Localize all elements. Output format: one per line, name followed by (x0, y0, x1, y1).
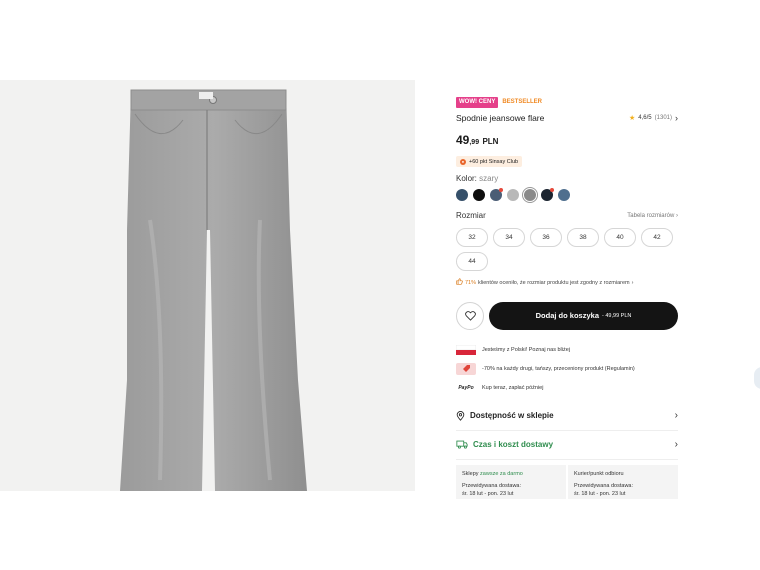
color-swatch[interactable] (473, 188, 485, 201)
stores-label: Sklepy (462, 470, 479, 477)
size-table-link[interactable]: Tabela rozmiarów › (627, 213, 678, 219)
jeans-photo (120, 89, 307, 491)
chevron-right-icon: › (676, 212, 678, 219)
color-swatch[interactable] (522, 186, 538, 203)
truck-icon (456, 440, 468, 449)
size-option[interactable]: 34 (493, 227, 525, 247)
wow-badge: WOW! CENY (456, 97, 499, 108)
add-to-cart-price: - 49,99 PLN (602, 312, 632, 319)
star-icon: ★ (629, 115, 636, 122)
badges: WOW! CENY BESTSELLER (456, 97, 678, 108)
product-title: Spodnie jeansowe flare (456, 113, 545, 123)
estimated-date: śr. 18 lut - pon. 23 lut (462, 490, 514, 497)
thumbs-up-icon (456, 278, 463, 287)
fit-text: klientów oceniło, że rozmiar produktu je… (478, 279, 630, 286)
perk-discount[interactable]: -70% na każdy drugi, tańszy, przeceniony… (456, 360, 678, 379)
color-swatches (456, 186, 678, 203)
chevron-right-icon: › (631, 279, 634, 286)
size-option[interactable]: 36 (530, 227, 562, 247)
fit-percent: 71% (465, 279, 477, 286)
estimated-label: Przewidywana dostawa: (462, 482, 522, 489)
discount-tag-icon (456, 363, 476, 375)
perks-list: Jesteśmy z Polski! Poznaj nas bliżej -70… (456, 341, 678, 398)
estimated-label: Przewidywana dostawa: (574, 482, 634, 489)
color-swatch[interactable] (507, 188, 519, 201)
size-options: 32 34 36 38 40 42 44 (456, 227, 678, 271)
perk-text: -70% na każdy drugi, tańszy, przeceniony… (482, 366, 635, 372)
perk-poland[interactable]: Jesteśmy z Polski! Poznaj nas bliżej (456, 341, 678, 360)
price: 49,99 PLN (456, 133, 678, 147)
club-points-badge: ● +60 pkt Sinsay Club (456, 156, 523, 167)
product-info: WOW! CENY BESTSELLER Spodnie jeansowe fl… (456, 97, 678, 499)
wishlist-button[interactable] (456, 301, 484, 330)
color-swatch[interactable] (558, 188, 570, 201)
add-to-cart-label: Dodaj do koszyka (535, 311, 599, 320)
club-text: +60 pkt Sinsay Club (469, 158, 519, 165)
delivery-stores: Sklepy zawsze za darmo Przewidywana dost… (456, 464, 566, 499)
chevron-right-icon: › (675, 113, 678, 123)
size-option[interactable]: 32 (456, 227, 488, 247)
location-pin-icon (456, 410, 465, 421)
color-label: Kolor: szary (456, 174, 678, 184)
stores-free: zawsze za darmo (480, 470, 523, 477)
store-availability-link[interactable]: Dostępność w sklepie › (456, 402, 678, 431)
courier-label: Kurier/punkt odbioru (574, 470, 624, 477)
club-icon: ● (460, 158, 466, 165)
add-to-cart-button[interactable]: Dodaj do koszyka - 49,99 PLN (489, 301, 678, 330)
perk-text: Jesteśmy z Polski! Poznaj nas bliżej (482, 347, 571, 353)
rating[interactable]: ★ 4,6/5 (1301) › (629, 113, 678, 123)
side-help-tab[interactable] (754, 367, 760, 389)
poland-flag-icon (456, 345, 476, 355)
color-value: szary (479, 173, 499, 183)
new-indicator-dot (499, 187, 503, 192)
bestseller-badge: BESTSELLER (502, 99, 542, 105)
chevron-right-icon: › (674, 410, 678, 421)
price-main: 49 (456, 133, 470, 147)
product-image[interactable] (0, 80, 415, 491)
size-label: Rozmiar (456, 211, 486, 220)
heart-icon (464, 310, 476, 321)
size-table-link-label: Tabela rozmiarów (627, 212, 675, 219)
estimated-date: śr. 18 lut - pon. 23 lut (574, 490, 626, 497)
size-option[interactable]: 38 (567, 227, 599, 247)
color-label-text: Kolor: (456, 173, 477, 183)
delivery-info-label: Czas i koszt dostawy (473, 440, 554, 449)
perk-text: Kup teraz, zapłać później (482, 385, 544, 391)
delivery-options: Sklepy zawsze za darmo Przewidywana dost… (456, 464, 678, 499)
price-decimal: ,99 (469, 139, 480, 146)
delivery-info-link[interactable]: Czas i koszt dostawy › (456, 431, 678, 460)
color-swatch[interactable] (456, 188, 468, 201)
color-swatch[interactable] (541, 187, 554, 201)
size-option[interactable]: 40 (604, 227, 636, 247)
new-indicator-dot (550, 187, 554, 192)
color-swatch[interactable] (490, 187, 503, 201)
delivery-courier: Kurier/punkt odbioru Przewidywana dostaw… (568, 464, 678, 499)
price-currency: PLN (482, 137, 499, 146)
store-availability-label: Dostępność w sklepie (470, 411, 554, 420)
size-option[interactable]: 42 (641, 227, 673, 247)
paypo-icon: PayPo (458, 385, 474, 391)
fit-note[interactable]: 71% klientów oceniło, że rozmiar produkt… (456, 278, 678, 287)
chevron-right-icon: › (674, 439, 678, 450)
perk-paypo[interactable]: PayPo Kup teraz, zapłać później (456, 379, 678, 398)
rating-count: (1301) (654, 115, 672, 121)
size-option[interactable]: 44 (456, 251, 488, 271)
rating-value: 4,6/5 (638, 115, 652, 121)
